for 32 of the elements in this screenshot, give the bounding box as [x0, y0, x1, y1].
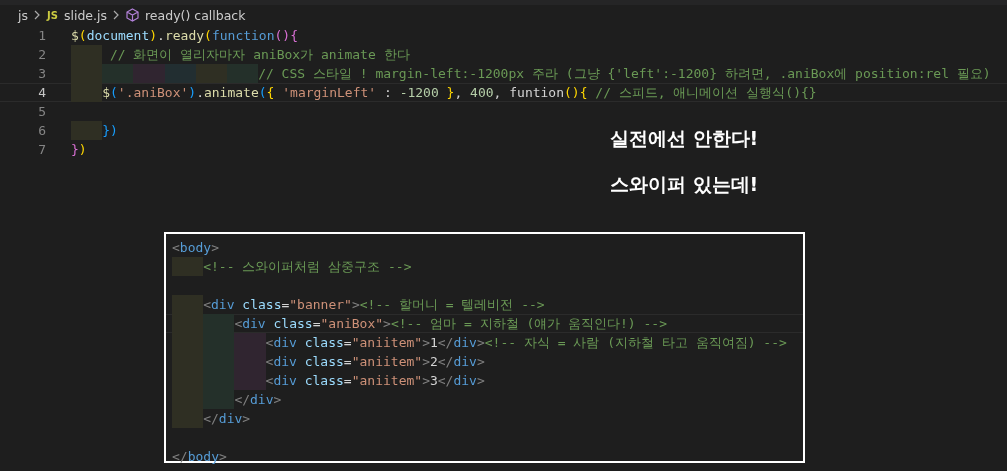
annotation-text: 실전에선 안한다! — [610, 126, 759, 151]
code-line: }) — [102, 122, 118, 140]
code-line: </div> — [234, 391, 282, 409]
line-number: 3 — [37, 66, 46, 81]
chevron-icon — [34, 10, 41, 20]
chevron-icon — [113, 10, 120, 20]
code-line: <div class="aniitem">2</div> — [265, 353, 485, 371]
code-line: $(document).ready(function(){ — [71, 27, 298, 45]
line-number: 4 — [37, 85, 46, 100]
code-line: <!-- 스와이퍼처럼 삼중구조 --> — [203, 258, 412, 276]
code-line: </body> — [172, 448, 227, 466]
line-number: 7 — [37, 142, 46, 157]
code-line: </div> — [203, 410, 251, 428]
breadcrumb-item[interactable]: slide.js — [63, 7, 107, 23]
code-line: <body> — [172, 239, 219, 257]
code-line: <div class="banner"><!-- 할머니 = 텔레비전 --> — [203, 296, 545, 314]
code-line: $('.aniBox').animate({ 'marginLeft' : -1200 }, 400, funtion(){ // 스피드, 애니메이션 실행식(){} — [102, 84, 817, 102]
code-line: <div class="aniBox"><!-- 엄마 = 지하철 (얘가 움직인다!) --> — [234, 315, 667, 333]
code-line: <div class="aniitem">3</div> — [265, 372, 485, 390]
file-type-label: JS — [47, 9, 58, 21]
code-line: }) — [71, 141, 87, 159]
cube-icon — [126, 8, 139, 22]
line-number: 1 — [37, 28, 46, 43]
code-line: // 화면이 열리자마자 aniBox가 animate 한다 — [109, 46, 410, 64]
breadcrumb-item[interactable]: ready() callback — [145, 7, 246, 23]
breadcrumb-item[interactable]: js — [18, 7, 28, 23]
annotation-text: 스와이퍼 있는데! — [610, 172, 759, 197]
line-number: 2 — [37, 47, 46, 62]
line-number: 5 — [37, 104, 46, 119]
code-line: <div class="aniitem">1</div><!-- 자식 = 사람 (지하철 타고 움직여짐) --> — [265, 334, 787, 352]
line-number: 6 — [37, 123, 46, 138]
code-line: // CSS 스타일 ! margin-left:-1200px 주라 (그냥 {'left':-1200} 하려면, .aniBox에 position:rel 필요) — [258, 65, 991, 83]
